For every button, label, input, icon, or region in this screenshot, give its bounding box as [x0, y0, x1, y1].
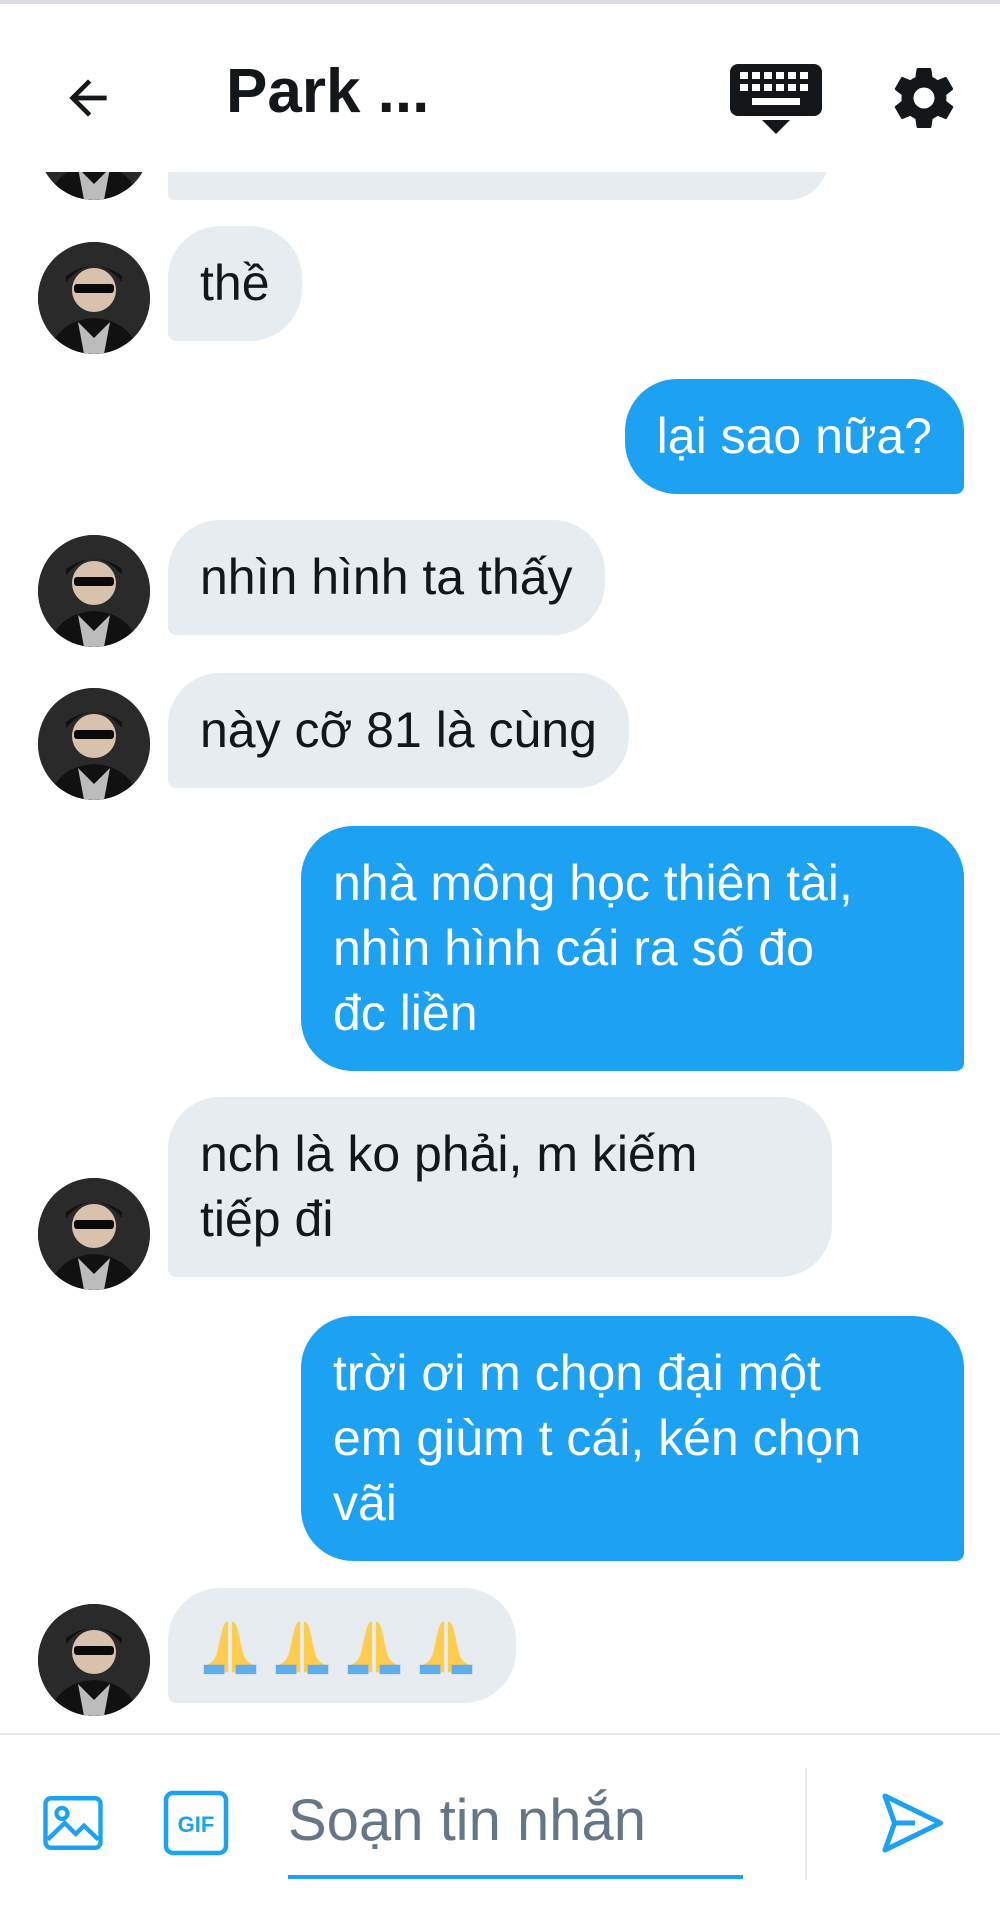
- settings-button[interactable]: [888, 62, 960, 134]
- message-line: nhà mông học thiên tài,: [333, 855, 853, 911]
- message-bubble-incoming[interactable]: nch là ko phải, m kiếm tiếp đi: [168, 1097, 832, 1277]
- message-bubble-incoming[interactable]: này cỡ 81 là cùng: [168, 673, 629, 788]
- image-icon: [43, 1796, 103, 1850]
- add-gif-button[interactable]: GIF: [163, 1790, 235, 1862]
- message-line: nch là ko phải, m kiếm: [200, 1126, 698, 1182]
- message-composer: GIF: [0, 1733, 1000, 1922]
- message-line: tiếp đi: [200, 1191, 334, 1247]
- gear-icon: [894, 68, 954, 129]
- message-thread[interactable]: thề lại sao nữa? nhìn hình ta thấy này c…: [0, 0, 1000, 1735]
- send-icon: [882, 1793, 944, 1853]
- message-bubble-incoming[interactable]: 🙏 🙏 🙏 🙏: [168, 1588, 516, 1703]
- conversation-header: Park ...: [0, 4, 1000, 172]
- folded-hands-emoji: [419, 1621, 473, 1674]
- message-bubble-outgoing[interactable]: nhà mông học thiên tài, nhìn hình cái ra…: [301, 826, 964, 1071]
- message-line: trời ơi m chọn đại một: [333, 1345, 821, 1401]
- keyboard-button[interactable]: [730, 62, 822, 134]
- gif-icon: GIF: [163, 1790, 229, 1856]
- message-input[interactable]: [288, 1765, 743, 1879]
- keyboard-icon: [730, 64, 822, 134]
- avatar[interactable]: [38, 242, 150, 354]
- message-bubble-outgoing[interactable]: lại sao nữa?: [624, 379, 964, 494]
- message-bubble-incoming[interactable]: thề: [168, 226, 302, 341]
- emoji-row: 🙏 🙏 🙏 🙏: [200, 1613, 484, 1678]
- message-bubble-incoming[interactable]: nhìn hình ta thấy: [168, 520, 605, 635]
- composer-divider: [805, 1768, 807, 1880]
- arrow-left-icon: [69, 79, 107, 117]
- back-button[interactable]: [52, 62, 124, 134]
- avatar[interactable]: [38, 1604, 150, 1716]
- send-button[interactable]: [876, 1787, 956, 1867]
- message-line: em giùm t cái, kén chọn: [333, 1410, 862, 1466]
- message-line: đc liền: [333, 985, 478, 1041]
- avatar[interactable]: [38, 1178, 150, 1290]
- gif-label: GIF: [178, 1812, 215, 1837]
- message-line: nhìn hình cái ra số đo: [333, 920, 814, 976]
- avatar[interactable]: [38, 535, 150, 647]
- folded-hands-emoji: [347, 1621, 401, 1674]
- folded-hands-emoji: [275, 1621, 329, 1674]
- avatar[interactable]: [38, 688, 150, 800]
- message-bubble-outgoing[interactable]: trời ơi m chọn đại một em giùm t cái, ké…: [301, 1316, 964, 1561]
- folded-hands-emoji: [203, 1621, 257, 1674]
- message-line: vãi: [333, 1475, 397, 1531]
- conversation-title[interactable]: Park ...: [226, 54, 429, 130]
- add-photo-button[interactable]: [40, 1790, 112, 1862]
